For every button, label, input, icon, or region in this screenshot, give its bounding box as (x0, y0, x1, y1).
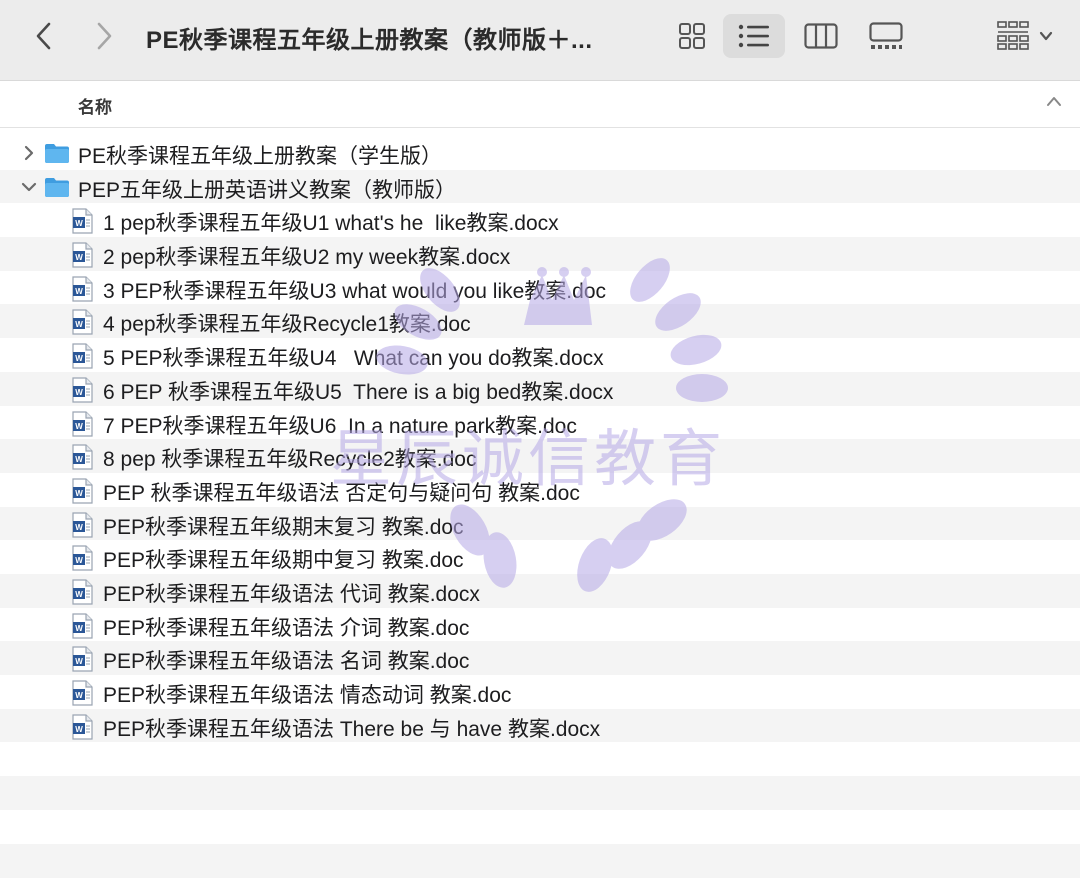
svg-text:W: W (75, 489, 83, 498)
folder-name: PE秋季课程五年级上册教案（学生版） (78, 145, 443, 168)
empty-row (0, 742, 1080, 776)
file-name: PEP秋季课程五年级期末复习 教案.doc (103, 515, 464, 539)
svg-text:W: W (75, 422, 83, 431)
svg-text:W: W (75, 287, 83, 296)
word-document-icon: W (70, 714, 94, 745)
word-document-icon: W (70, 242, 94, 273)
empty-row (0, 844, 1080, 878)
disclosure-chevron-right-icon[interactable] (20, 144, 38, 162)
gallery-view-icon (869, 22, 903, 49)
file-name: 1 pep秋季课程五年级U1 what's he like教案.docx (103, 212, 559, 236)
word-document-icon: W (70, 208, 94, 239)
folder-row-teacher[interactable]: PEP五年级上册英语讲义教案（教师版） (0, 169, 1080, 204)
svg-text:W: W (75, 624, 83, 633)
file-row[interactable]: W 6 PEP 秋季课程五年级U5 There is a big bed教案.do… (0, 371, 1080, 408)
file-row[interactable]: W PEP秋季课程五年级语法 There be 与 have 教案.docx (0, 708, 1080, 745)
svg-text:W: W (75, 725, 83, 734)
word-document-icon: W (70, 680, 94, 711)
file-row[interactable]: W PEP秋季课程五年级期中复习 教案.doc (0, 540, 1080, 574)
word-document-icon: W (70, 646, 94, 677)
column-view-icon (804, 23, 838, 49)
icon-view-button[interactable] (661, 14, 723, 58)
file-row[interactable]: W PEP 秋季课程五年级语法 否定句与疑问句 教案.doc (0, 473, 1080, 507)
disclosure-chevron-down-icon[interactable] (20, 178, 38, 196)
svg-text:W: W (75, 219, 83, 228)
icon-view-icon (679, 23, 705, 49)
file-name: 7 PEP秋季课程五年级U6 In a nature park教案.doc (103, 414, 577, 438)
folder-row-student[interactable]: PE秋季课程五年级上册教案（学生版） (0, 136, 1080, 170)
file-name: 8 pep 秋季课程五年级Recycle2教案.doc (103, 448, 477, 472)
word-document-icon: W (70, 276, 94, 307)
svg-text:W: W (75, 523, 83, 532)
svg-text:W: W (75, 556, 83, 565)
word-document-icon: W (70, 410, 94, 442)
word-document-icon: W (70, 343, 94, 374)
file-row[interactable]: W 4 pep秋季课程五年级Recycle1教案.doc (0, 304, 1080, 340)
file-name: PEP秋季课程五年级期中复习 教案.doc (103, 549, 464, 573)
file-row[interactable]: W PEP秋季课程五年级语法 情态动词 教案.doc (0, 675, 1080, 709)
svg-text:W: W (75, 354, 83, 363)
svg-text:W: W (75, 388, 83, 397)
file-row[interactable]: W 5 PEP秋季课程五年级U4 What can you do教案.docx (0, 338, 1080, 372)
group-by-button[interactable] (990, 14, 1060, 58)
chevron-right-icon (97, 22, 112, 50)
file-name: 4 pep秋季课程五年级Recycle1教案.doc (103, 313, 471, 337)
word-document-icon: W (70, 377, 94, 408)
back-button[interactable] (26, 18, 62, 54)
sort-ascending-icon[interactable] (1046, 95, 1062, 107)
chevron-down-icon (1039, 31, 1053, 41)
name-column-header[interactable]: 名称 (78, 93, 112, 118)
word-document-icon: W (70, 478, 94, 509)
svg-text:W: W (75, 590, 83, 599)
file-name: PEP秋季课程五年级语法 情态动词 教案.doc (103, 684, 512, 707)
file-name: PEP秋季课程五年级语法 介词 教案.doc (103, 616, 470, 640)
window-title: PE秋季课程五年级上册教案（教师版＋... (146, 27, 593, 54)
file-name: PEP秋季课程五年级语法 There be 与 have 教案.docx (103, 717, 601, 741)
file-name: PEP秋季课程五年级语法 名词 教案.doc (103, 650, 470, 674)
empty-row (0, 810, 1080, 844)
svg-text:W: W (75, 691, 83, 700)
empty-row (0, 776, 1080, 811)
file-row[interactable]: W 7 PEP秋季课程五年级U6 In a nature park教案.doc (0, 406, 1080, 440)
toolbar: PE秋季课程五年级上册教案（教师版＋... (0, 0, 1080, 81)
word-document-icon: W (70, 309, 94, 340)
word-document-icon: W (70, 579, 94, 610)
folder-icon (45, 144, 69, 163)
word-document-icon: W (70, 613, 94, 644)
file-row[interactable]: W PEP秋季课程五年级语法 名词 教案.doc (0, 641, 1080, 675)
file-name: PEP秋季课程五年级语法 代词 教案.docx (103, 582, 480, 606)
column-view-button[interactable] (790, 14, 852, 58)
file-name: 6 PEP 秋季课程五年级U5 There is a big bed教案.doc… (103, 380, 614, 404)
file-list: PE秋季课程五年级上册教案（学生版） PEP五年级上册英语讲义教案（教师版） W… (0, 136, 1080, 878)
folder-icon (45, 177, 69, 197)
list-view-button[interactable] (723, 14, 785, 58)
file-name: PEP 秋季课程五年级语法 否定句与疑问句 教案.doc (103, 481, 580, 505)
file-row[interactable]: W PEP秋季课程五年级语法 介词 教案.doc (0, 608, 1080, 642)
file-row[interactable]: W 8 pep 秋季课程五年级Recycle2教案.doc (0, 439, 1080, 473)
svg-text:W: W (75, 657, 83, 666)
list-view-icon (738, 24, 769, 48)
file-row[interactable]: W 1 pep秋季课程五年级U1 what's he like教案.docx (0, 203, 1080, 237)
gallery-view-button[interactable] (855, 14, 917, 58)
file-name: 2 pep秋季课程五年级U2 my week教案.docx (103, 246, 511, 270)
file-name: 5 PEP秋季课程五年级U4 What can you do教案.docx (103, 347, 604, 371)
word-document-icon: W (70, 444, 94, 475)
folder-name: PEP五年级上册英语讲义教案（教师版） (78, 178, 457, 202)
file-row[interactable]: W PEP秋季课程五年级语法 代词 教案.docx (0, 573, 1080, 610)
file-row[interactable]: W 3 PEP秋季课程五年级U3 what would you like教案.do… (0, 271, 1080, 305)
svg-text:W: W (75, 253, 83, 262)
svg-text:W: W (75, 320, 83, 329)
group-by-icon (997, 21, 1029, 50)
file-row[interactable]: W PEP秋季课程五年级期末复习 教案.doc (0, 506, 1080, 543)
column-header: 名称 (0, 81, 1080, 128)
file-name: 3 PEP秋季课程五年级U3 what would you like教案.doc (103, 279, 607, 303)
word-document-icon: W (70, 511, 94, 543)
word-document-icon: W (70, 545, 94, 576)
file-row[interactable]: W 2 pep秋季课程五年级U2 my week教案.docx (0, 237, 1080, 271)
forward-button[interactable] (86, 18, 122, 54)
chevron-left-icon (36, 22, 51, 50)
svg-text:W: W (75, 455, 83, 464)
